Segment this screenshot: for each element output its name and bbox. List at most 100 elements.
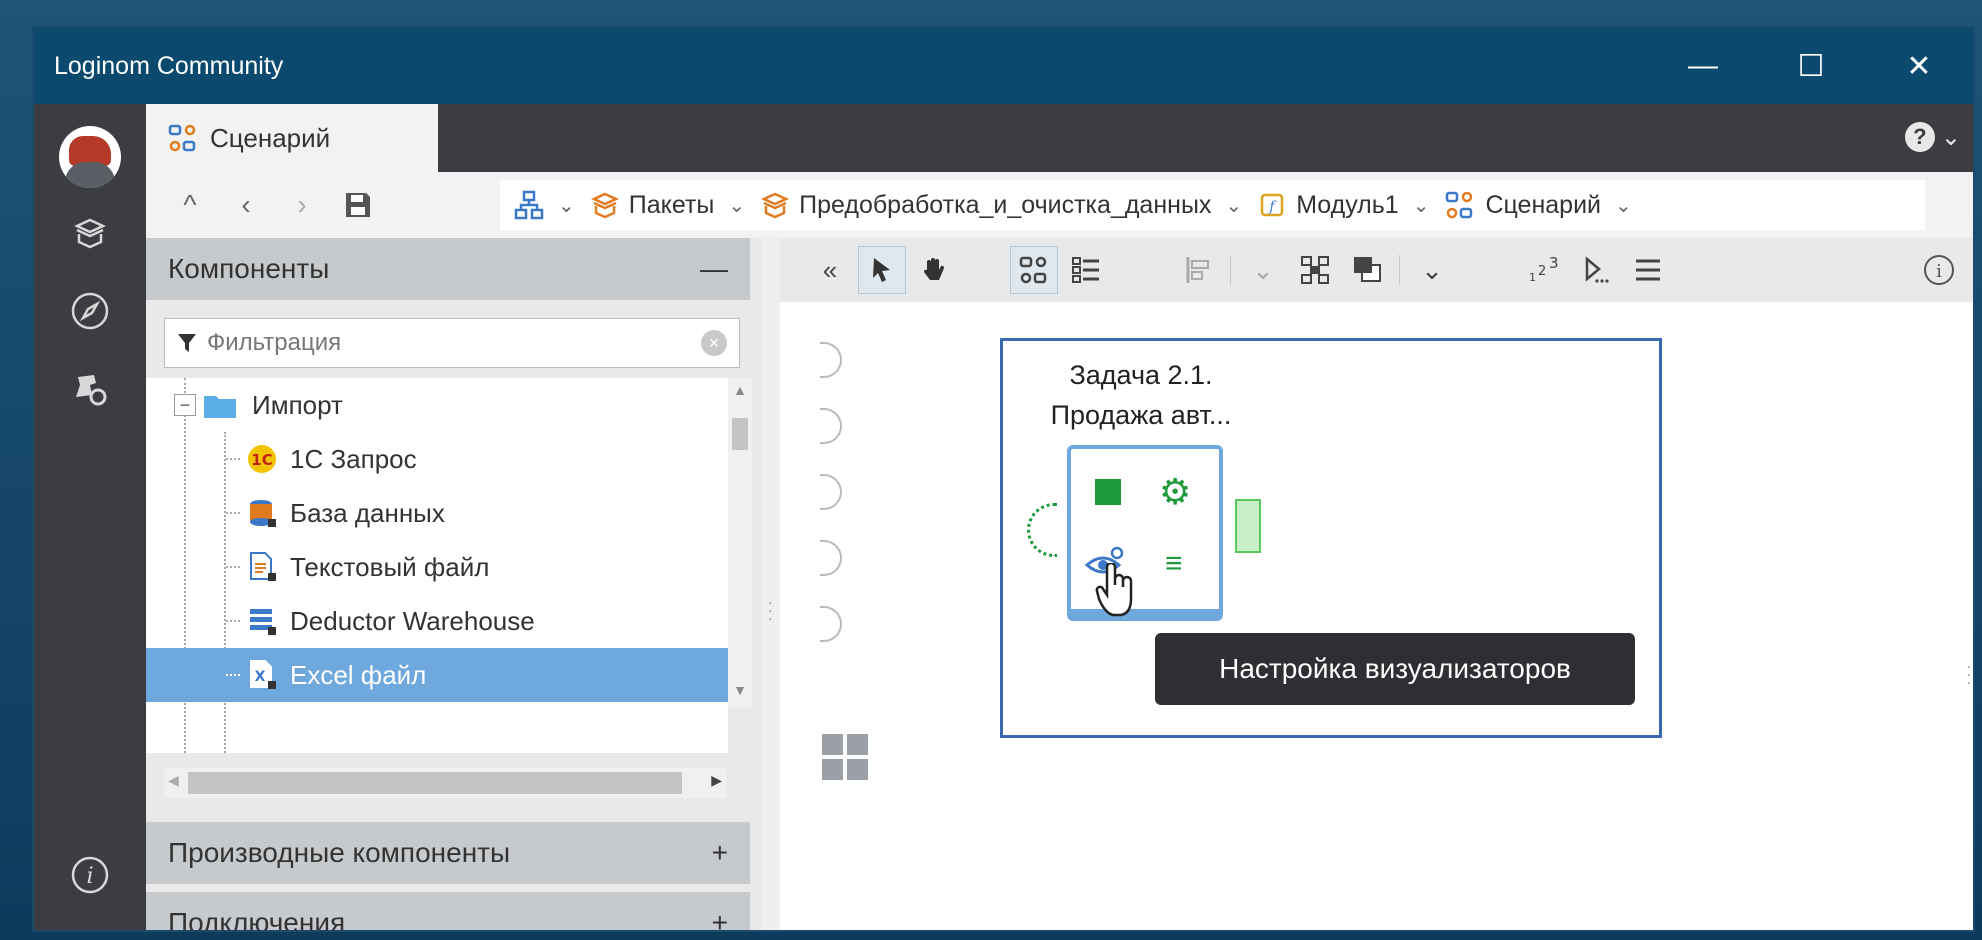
tab-label: Сценарий [210,122,331,153]
scroll-thumb[interactable] [188,772,682,794]
database-icon [250,500,276,527]
panel-splitter[interactable]: · · · [762,238,780,930]
node-input-port[interactable] [1027,503,1057,557]
back-button[interactable]: ‹ [218,181,274,229]
tree-label: Текстовый файл [290,551,490,582]
close-button[interactable]: ✕ [1865,28,1973,104]
hamburger-icon [1636,259,1660,281]
breadcrumb-label: Сценарий [1485,190,1602,219]
tree-item-database[interactable]: База данных [146,486,728,540]
tree-item-excel-file[interactable]: X Excel файл [146,648,728,702]
left-rail: i [34,104,146,930]
title-bar: Loginom Community — ☐ ✕ [34,28,1973,104]
input-port[interactable] [820,540,842,576]
breadcrumb-module[interactable]: f Модуль1 ⌄ [1252,191,1435,220]
scroll-thumb[interactable] [732,418,748,450]
run-button[interactable] [1572,246,1620,294]
input-port[interactable] [820,408,842,444]
align-dropdown[interactable]: ⌄ [1239,246,1287,294]
list-view-button[interactable] [1062,246,1110,294]
save-button[interactable] [330,181,386,229]
scenario-icon [1019,256,1047,284]
scroll-down-icon[interactable]: ▼ [728,678,752,702]
numbering-button[interactable]: 123 [1520,246,1568,294]
tab-scenario[interactable]: Сценарий [146,104,438,172]
expand-button[interactable]: + [712,907,728,930]
derived-components-header[interactable]: Производные компоненты + [146,822,750,884]
expand-button[interactable]: + [712,837,728,869]
scroll-up-icon[interactable]: ▲ [728,378,752,402]
tree-item-1c[interactable]: 1С 1С Запрос [146,432,728,486]
list-icon[interactable]: ≡ [1165,547,1183,581]
collapse-node-icon[interactable]: − [174,394,196,416]
compass-icon[interactable] [34,278,146,344]
arrange-dropdown[interactable]: ⌄ [1408,246,1456,294]
maximize-button[interactable]: ☐ [1757,28,1865,104]
breadcrumb: ⌄ Пакеты ⌄ Предобработка_и_очистка_данных… [500,180,1925,230]
derived-title: Производные компоненты [168,837,511,868]
filter-input[interactable]: Фильтрация × [164,318,740,368]
info-button[interactable]: i [1915,246,1963,294]
tree-item-deductor-warehouse[interactable]: Deductor Warehouse [146,594,728,648]
arrange-button[interactable] [1343,246,1391,294]
tree-item-text-file[interactable]: Текстовый файл [146,540,728,594]
text-file-icon [250,552,276,581]
module-icon: f [1260,193,1284,217]
pointer-tool-button[interactable] [858,246,906,294]
pan-tool-button[interactable] [910,246,958,294]
avatar[interactable] [59,126,121,188]
minimize-button[interactable]: — [1649,28,1757,104]
collapse-panel-button[interactable]: « [806,246,854,294]
tree-vertical-scrollbar[interactable]: ▲ ▼ [728,378,752,708]
tree-label: База данных [290,497,445,528]
window-title: Loginom Community [54,51,284,80]
node-title[interactable]: Задача 2.1. Продажа авт... [1025,355,1257,435]
scenario-canvas[interactable]: Задача 2.1. Продажа авт... ⚙ ≡ Настройка… [780,302,1973,930]
connections-header[interactable]: Подключения + [146,892,750,930]
input-port[interactable] [820,342,842,378]
tree-view-button[interactable]: ⌄ [508,190,581,220]
cursor-arrow-icon [873,258,890,282]
components-header[interactable]: Компоненты — [146,238,750,300]
group-button[interactable] [1291,246,1339,294]
scenario-view-button[interactable] [1010,246,1058,294]
scroll-right-icon[interactable]: ▶ [711,772,722,789]
canvas-toolbar: « ⌄ ⌄ 123 i [780,238,1973,302]
list-icon [1072,257,1099,283]
scroll-left-icon[interactable]: ◀ [168,772,179,789]
help-button[interactable]: ? ⌄ [1904,122,1961,152]
tab-strip: Сценарий ? ⌄ [146,104,1973,172]
import-node[interactable]: ⚙ ≡ [1067,445,1223,621]
run-icon [1585,256,1609,283]
filter-icon [178,334,196,352]
align-button[interactable] [1174,246,1222,294]
app-window: Loginom Community — ☐ ✕ i Сценарий ? ⌄ ^… [32,26,1975,932]
save-icon [346,193,370,217]
add-port-icon[interactable] [822,734,868,780]
collapse-button[interactable]: — [700,253,728,285]
tree-label: Excel файл [290,659,427,690]
svg-text:i: i [1936,261,1942,282]
gear-icon[interactable]: ⚙ [1159,471,1191,513]
packages-icon[interactable] [34,200,146,266]
breadcrumb-scenario[interactable]: Сценарий ⌄ [1439,190,1637,220]
forward-button[interactable]: › [274,181,330,229]
components-tree: − Импорт 1С 1С Запрос База данных Тексто… [146,378,728,753]
tree-horizontal-scrollbar[interactable]: ◀ ▶ [164,768,726,798]
input-port[interactable] [820,606,842,642]
menu-button[interactable] [1624,246,1672,294]
tree-group-import[interactable]: − Импорт [146,378,728,432]
input-port[interactable] [820,474,842,510]
tree-label: Deductor Warehouse [290,605,535,636]
scenario-icon [168,124,196,152]
breadcrumb-packages[interactable]: Пакеты ⌄ [585,191,751,220]
breadcrumb-label: Модуль1 [1296,190,1399,219]
info-icon[interactable]: i [34,842,146,908]
user-settings-icon[interactable] [34,356,146,422]
up-button[interactable]: ^ [162,181,218,229]
svg-text:i: i [86,864,93,889]
node-output-port[interactable] [1235,499,1261,553]
breadcrumb-package-preprocessing[interactable]: Предобработка_и_очистка_данных ⌄ [755,191,1248,220]
clear-filter-icon[interactable]: × [701,330,727,356]
status-square-icon [1095,479,1121,505]
